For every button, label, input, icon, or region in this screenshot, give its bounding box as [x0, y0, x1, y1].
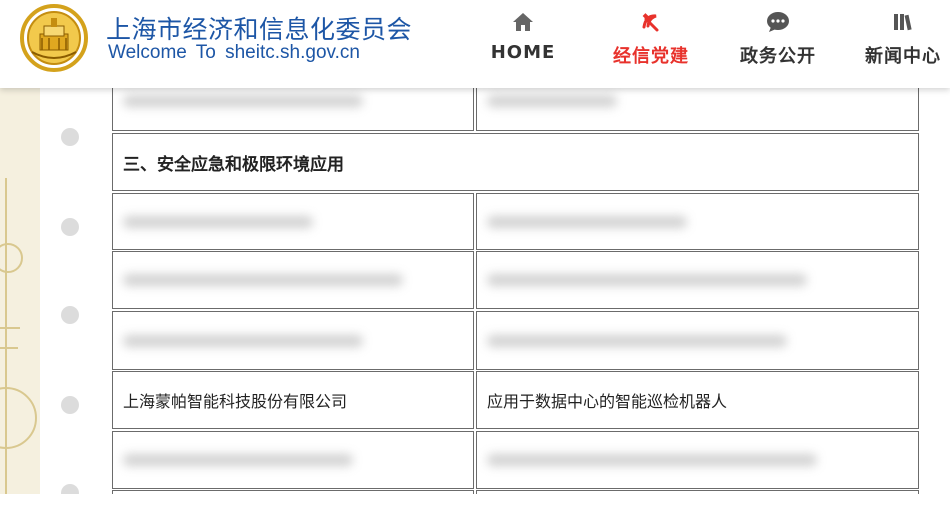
nav-news-label: 新闻中心 [865, 46, 941, 67]
list-bullet [61, 396, 79, 414]
table-cell-company [112, 193, 474, 250]
nav-party-building[interactable]: 经信党建 [606, 8, 696, 78]
redacted-text [487, 334, 787, 347]
redacted-text [123, 215, 313, 228]
nav-home[interactable]: HOME [488, 8, 558, 78]
emblem-logo[interactable] [18, 4, 92, 72]
table-cell-product [476, 193, 919, 250]
hammer-sickle-icon [606, 8, 696, 36]
table-cell-product [476, 431, 919, 489]
tower-decoration [0, 88, 40, 511]
redacted-text [487, 215, 687, 228]
table-cell-product [476, 311, 919, 370]
redacted-text [487, 94, 617, 107]
table-cell-company [112, 431, 474, 489]
redacted-text [123, 274, 403, 286]
nav-news-center[interactable]: 新闻中心 [858, 8, 948, 78]
redacted-text [123, 94, 363, 107]
table-cell-product [476, 251, 919, 309]
table-cell-company [112, 311, 474, 370]
list-bullet [61, 306, 79, 324]
table-cell-company: 上海蒙帕智能科技股份有限公司 [112, 371, 474, 429]
bullet-column [40, 88, 110, 511]
table-cell-product: 应用于数据中心的智能巡检机器人 [476, 371, 919, 429]
site-header: 上海市经济和信息化委员会 Welcome To sheitc.sh.gov.cn… [0, 0, 950, 88]
nav-gov-label: 政务公开 [740, 46, 816, 67]
page-bottom-fade [0, 494, 950, 511]
site-title[interactable]: 上海市经济和信息化委员会 [106, 10, 412, 46]
books-icon [858, 8, 948, 36]
table-cell-company [112, 251, 474, 309]
site-subtitle[interactable]: Welcome To sheitc.sh.gov.cn [108, 42, 360, 64]
list-bullet [61, 218, 79, 236]
redacted-text [487, 274, 807, 286]
nav-party-label: 经信党建 [613, 46, 689, 67]
nav-home-label: HOME [490, 42, 556, 63]
nav-gov-affairs[interactable]: 政务公开 [732, 8, 824, 78]
redacted-text [123, 334, 363, 347]
home-icon [488, 8, 558, 36]
chat-bubble-icon [732, 8, 824, 36]
section-heading: 三、安全应急和极限环境应用 [112, 133, 919, 191]
redacted-text [123, 454, 353, 466]
list-bullet [61, 128, 79, 146]
redacted-text [487, 454, 817, 466]
